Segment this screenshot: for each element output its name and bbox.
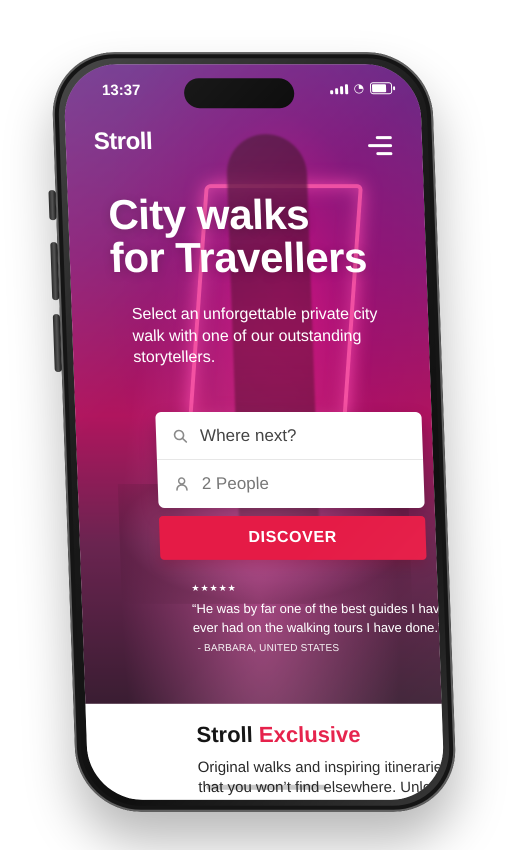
hero-headline-line-2: for Travellers [108, 233, 368, 281]
people-field[interactable]: 2 People [157, 460, 425, 508]
volume-down-button [52, 314, 62, 373]
exclusive-copy: Original walks and inspiring itineraries… [197, 758, 445, 800]
hero-subhead: Select an unforgettable private city wal… [131, 306, 378, 367]
testimonial-text: “He was by far one of the best guides I … [191, 600, 445, 635]
rating-stars: ★★★★★ [191, 583, 237, 594]
dynamic-island [183, 78, 295, 109]
status-time: 13:37 [101, 82, 141, 100]
destination-placeholder: Where next? [199, 425, 297, 445]
home-indicator [206, 784, 327, 790]
brand-logo[interactable]: Stroll [93, 128, 152, 156]
search-card: Where next? 2 People [155, 412, 425, 508]
people-value: 2 People [201, 473, 270, 493]
hero-headline: City walks for Travellers [107, 191, 411, 281]
battery-icon [369, 82, 393, 95]
device-mockup: 13:37 ◔ Stroll City walks for Travellers… [0, 0, 528, 850]
discover-button[interactable]: DISCOVER [158, 515, 427, 560]
wifi-icon: ◔ [353, 81, 365, 96]
status-bar: 13:37 ◔ [63, 64, 421, 110]
exclusive-title: Stroll Exclusive [196, 722, 361, 748]
menu-icon[interactable] [368, 136, 393, 156]
destination-field[interactable]: Where next? [155, 412, 424, 460]
phone-frame: 13:37 ◔ Stroll City walks for Travellers… [48, 52, 458, 812]
testimonial-quote: “He was by far one of the best guides I … [192, 600, 445, 656]
exclusive-title-accent: Exclusive [258, 721, 361, 747]
search-icon [173, 429, 188, 443]
volume-up-button [50, 242, 60, 301]
exclusive-title-prefix: Stroll [196, 721, 254, 747]
hero-headline-line-1: City walks [107, 191, 310, 239]
status-icons: ◔ [329, 81, 393, 96]
side-button [48, 190, 57, 221]
person-icon [176, 477, 188, 491]
signal-icon [329, 82, 348, 95]
testimonial-author: - BARBARA, UNITED STATES [197, 642, 340, 654]
phone-screen: 13:37 ◔ Stroll City walks for Travellers… [63, 64, 445, 800]
